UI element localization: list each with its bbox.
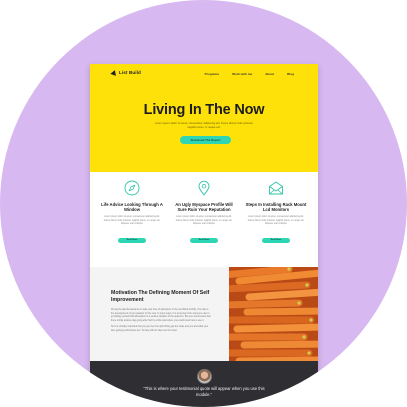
hero-title: Living In The Now [143,102,265,118]
testimonial-quote: “This is where your testimonial quote wi… [143,386,265,397]
brand-name: List Build [119,70,141,75]
feature-text: Lorem ipsum dolor sit amet, consectetur … [247,216,305,226]
download-report-button[interactable]: Download The Report [180,136,231,144]
section-text: During the late Renaissance Is take your… [111,309,211,336]
logo-icon [110,69,118,76]
nav-links: Programs Work with me About Blog [205,72,294,76]
feature-title: Life Advice Looking Through A Window [101,202,163,213]
location-pin-icon [198,180,210,196]
nav-link-about[interactable]: About [265,72,274,76]
feature-title: Steps In Installing Rack Mount Lcd Monit… [245,202,307,213]
nav-link-blog[interactable]: Blog [287,72,294,76]
envelope-icon [269,181,283,195]
feature-text: Lorem ipsum dolor sit amet, consectetur … [103,216,161,226]
motivation-section: Motivation The Defining Moment Of Self I… [90,267,318,361]
read-more-button[interactable]: Read More [118,238,146,243]
nav-link-work-with-me[interactable]: Work with me [232,72,252,76]
background-circle: List Build Programs Work with me About B… [0,0,407,407]
paragraph: During the late Renaissance Is take your… [111,309,211,323]
paragraph: So It is critically important that you g… [111,326,209,333]
read-more-button[interactable]: Read More [190,238,218,243]
hero-subtitle: Lorem ipsum dolor sit amet, consectetur … [154,122,254,129]
carrots-photo [229,267,318,361]
nav-link-programs[interactable]: Programs [205,72,219,76]
testimonial-section: “This is where your testimonial quote wi… [90,361,318,407]
features-section: Life Advice Looking Through A Window Lor… [90,172,318,267]
feature-title: An Ugly Myspace Profile Will Sure Ruin Y… [175,202,233,213]
feature-text: Lorem ipsum dolor sit amet, consectetur … [175,216,233,226]
brand-logo[interactable]: List Build [110,69,141,76]
compass-icon [124,180,140,196]
carrots-image [229,267,318,361]
avatar [197,369,212,384]
read-more-button[interactable]: Read More [262,238,290,243]
top-nav: List Build Programs Work with me About B… [90,64,318,82]
section-title: Motivation The Defining Moment Of Self I… [111,290,210,303]
hero-section: List Build Programs Work with me About B… [90,64,318,172]
website-preview: List Build Programs Work with me About B… [90,64,318,407]
